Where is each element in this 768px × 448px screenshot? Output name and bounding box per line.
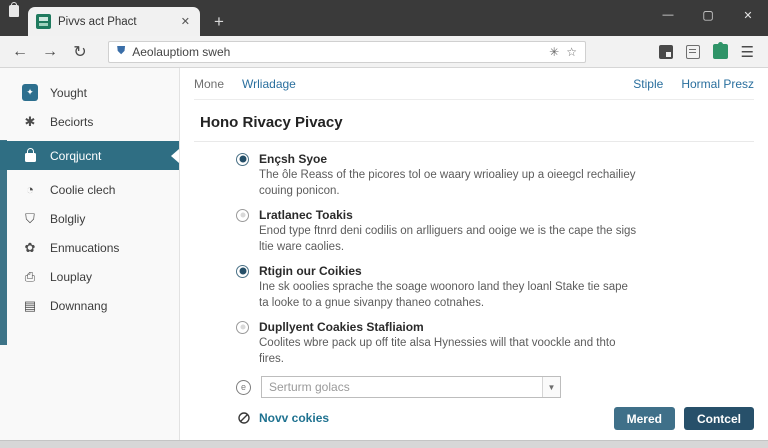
settings-content: Mone Wrliadage Stiple Hormal Presz Hono … bbox=[180, 68, 768, 440]
circle-e-icon: e bbox=[236, 380, 251, 395]
sidebar-item-corqjucnt[interactable]: Corqjucnt bbox=[0, 141, 179, 170]
sidebar-accent-strip bbox=[0, 140, 7, 345]
sidebar-item-yought[interactable]: Yought bbox=[0, 78, 179, 107]
title-bar: Pivvs act Phact ✕ + — ▢ ✕ bbox=[0, 0, 768, 36]
extension-icon-2[interactable] bbox=[686, 45, 700, 59]
window-badge-icon bbox=[9, 5, 19, 17]
tab-close-icon[interactable]: ✕ bbox=[179, 15, 192, 28]
page-action-icon[interactable]: ✳ bbox=[549, 45, 559, 59]
shield-icon: ⛉ bbox=[22, 211, 38, 227]
browser-toolbar: ← → ↻ ⛊ Aeolauptiom sweh ✳ ☆ ☰ bbox=[0, 36, 768, 68]
bookmark-star-icon[interactable]: ☆ bbox=[566, 45, 577, 59]
sidebar-item-bolgliy[interactable]: ⛉ Bolgliy bbox=[0, 204, 179, 233]
sidebar-item-label: Enmucations bbox=[50, 241, 119, 255]
chevron-down-icon[interactable]: ▼ bbox=[542, 377, 560, 397]
new-tab-button[interactable]: + bbox=[214, 7, 224, 36]
settings-sidebar: Yought ✱ Beciorts Corqjucnt ◔ Coolie cle… bbox=[0, 68, 180, 440]
url-text[interactable]: Aeolauptiom sweh bbox=[132, 45, 542, 59]
option-description: The ôle Reass of the picores tol oe waar… bbox=[259, 168, 639, 199]
extension-area: ☰ bbox=[659, 43, 758, 61]
sidebar-item-label: Louplay bbox=[50, 270, 92, 284]
nav-link-hormal-presz[interactable]: Hormal Presz bbox=[681, 77, 754, 91]
sidebar-item-label: Coolie clech bbox=[50, 183, 115, 197]
maximize-button[interactable]: ▢ bbox=[688, 8, 728, 22]
menu-icon[interactable]: ☰ bbox=[741, 43, 754, 61]
sidebar-item-label: Yought bbox=[50, 86, 87, 100]
site-security-icon: ⛊ bbox=[117, 45, 125, 58]
contcel-button[interactable]: Contcel bbox=[684, 407, 754, 430]
select-placeholder: Serturm golacs bbox=[262, 380, 542, 394]
option-lratlanec-toakis: Lratlanec Toakis Enod type ftnrd deni co… bbox=[236, 208, 754, 255]
extension-icon-3[interactable] bbox=[713, 44, 728, 59]
option-description: Ine sk ooolies sprache the soage woonoro… bbox=[259, 280, 639, 311]
nav-item-wrliadage[interactable]: Wrliadage bbox=[242, 77, 296, 91]
address-bar[interactable]: ⛊ Aeolauptiom sweh ✳ ☆ bbox=[108, 41, 586, 63]
radio-button[interactable] bbox=[236, 321, 249, 334]
sidebar-item-beciorts[interactable]: ✱ Beciorts bbox=[0, 107, 179, 136]
title-divider bbox=[194, 141, 754, 142]
extension-icon-1[interactable] bbox=[659, 45, 673, 59]
radio-button[interactable] bbox=[236, 209, 249, 222]
radio-button[interactable] bbox=[236, 265, 249, 278]
window-controls: — ▢ ✕ bbox=[648, 0, 768, 30]
nav-link-stiple[interactable]: Stiple bbox=[633, 77, 663, 91]
nav-item-mone[interactable]: Mone bbox=[194, 77, 224, 91]
sidebar-item-coolie-clech[interactable]: ◔ Coolie clech bbox=[0, 175, 179, 204]
blocked-circle-icon bbox=[238, 412, 250, 424]
forward-icon[interactable]: → bbox=[40, 43, 60, 61]
app-icon bbox=[22, 85, 38, 101]
option-label[interactable]: Dupllyent Coakies Stafliaiom bbox=[259, 320, 424, 334]
minimize-button[interactable]: — bbox=[648, 9, 688, 21]
sidebar-item-label: Beciorts bbox=[50, 115, 93, 129]
new-cookies-link[interactable]: Novv cokies bbox=[259, 411, 329, 425]
gear-icon: ✿ bbox=[22, 240, 38, 256]
star-icon: ✱ bbox=[22, 114, 38, 130]
footer-buttons: Mered Contcel bbox=[614, 407, 754, 430]
briefcase-icon: ⎙ bbox=[22, 269, 38, 285]
content-nav: Mone Wrliadage Stiple Hormal Presz bbox=[194, 68, 754, 100]
page-title: Hono Rivacy Pivacy bbox=[200, 114, 754, 131]
sidebar-item-label: Downnang bbox=[50, 299, 107, 313]
bottom-strip bbox=[0, 440, 768, 448]
option-encsh-syoe: Ençsh Syoe The ôle Reass of the picores … bbox=[236, 152, 754, 199]
back-icon[interactable]: ← bbox=[10, 43, 30, 61]
cookie-select[interactable]: Serturm golacs ▼ bbox=[261, 376, 561, 398]
dropdown-row: e Serturm golacs ▼ bbox=[236, 376, 754, 398]
option-description: Enod type ftnrd deni codilis on arlligue… bbox=[259, 224, 639, 255]
option-dupllyent-coakies: Dupllyent Coakies Stafliaiom Coolites wb… bbox=[236, 320, 754, 367]
radio-button[interactable] bbox=[236, 153, 249, 166]
clock-icon: ◔ bbox=[22, 182, 38, 198]
close-button[interactable]: ✕ bbox=[728, 9, 768, 22]
reload-icon[interactable]: ↻ bbox=[70, 42, 90, 62]
mered-button[interactable]: Mered bbox=[614, 407, 675, 430]
option-label[interactable]: Rtigin our Coikies bbox=[259, 264, 362, 278]
sidebar-item-label: Bolgliy bbox=[50, 212, 85, 226]
tab-favicon-icon bbox=[36, 14, 51, 29]
window-icon: ▤ bbox=[22, 298, 38, 314]
tab-title: Pivvs act Phact bbox=[58, 16, 172, 28]
main-area: Yought ✱ Beciorts Corqjucnt ◔ Coolie cle… bbox=[0, 68, 768, 440]
option-rtigin-our-coikies: Rtigin our Coikies Ine sk ooolies sprach… bbox=[236, 264, 754, 311]
sidebar-item-louplay[interactable]: ⎙ Louplay bbox=[0, 262, 179, 291]
option-description: Coolites wbre pack up off tite alsa Hyne… bbox=[259, 336, 639, 367]
lock-icon bbox=[22, 148, 38, 164]
sidebar-item-downnang[interactable]: ▤ Downnang bbox=[0, 291, 179, 320]
sidebar-item-label: Corqjucnt bbox=[50, 149, 101, 163]
browser-tab[interactable]: Pivvs act Phact ✕ bbox=[28, 7, 200, 36]
cookie-options-group: Ençsh Syoe The ôle Reass of the picores … bbox=[236, 152, 754, 425]
option-label[interactable]: Lratlanec Toakis bbox=[259, 208, 353, 222]
browser-window: Pivvs act Phact ✕ + — ▢ ✕ ← → ↻ ⛊ Aeolau… bbox=[0, 0, 768, 448]
sidebar-item-enmucations[interactable]: ✿ Enmucations bbox=[0, 233, 179, 262]
option-label[interactable]: Ençsh Syoe bbox=[259, 152, 327, 166]
